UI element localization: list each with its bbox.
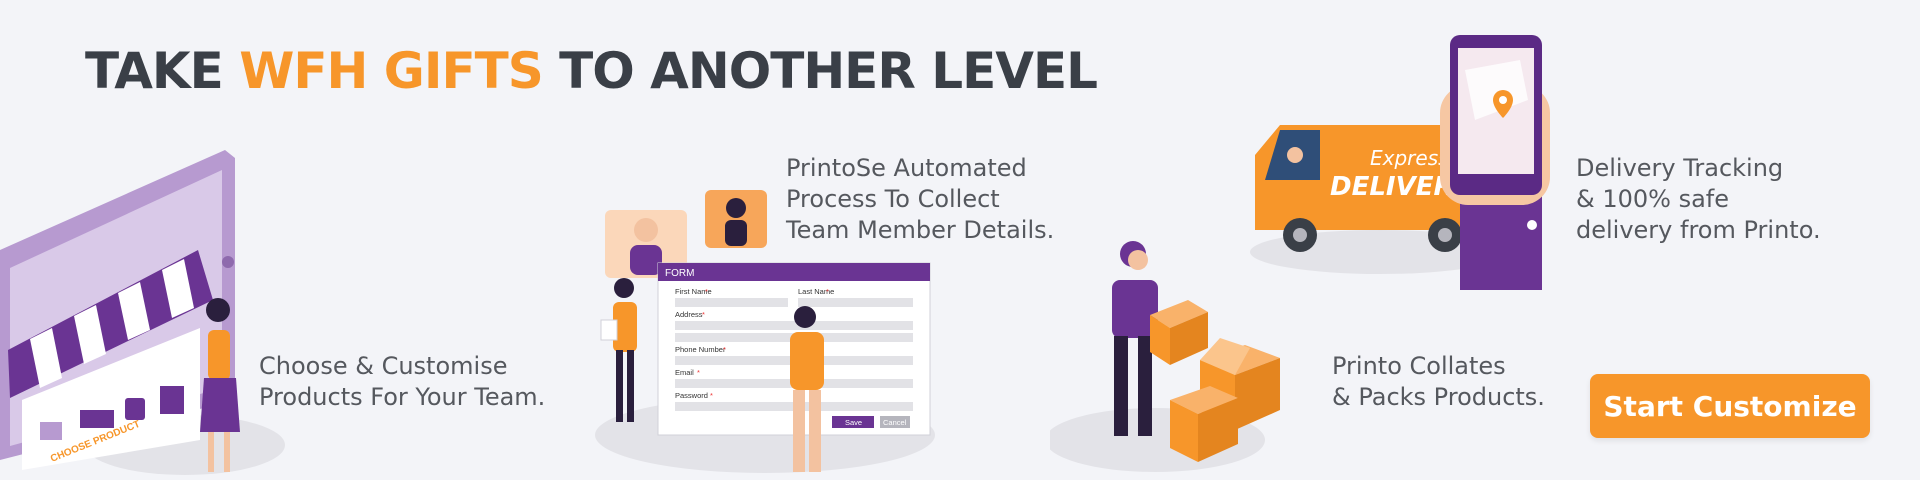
step-delivery-line2: & 100% safe [1576, 185, 1730, 213]
step-choose-line1: Choose & Customise [259, 352, 508, 380]
step-delivery-line1: Delivery Tracking [1576, 154, 1784, 182]
mug-icon [125, 398, 145, 420]
svg-text:*: * [826, 287, 829, 296]
step-process-line2: Process To Collect [786, 185, 1000, 213]
step-choose-line2: Products For Your Team. [259, 383, 546, 411]
svg-text:*: * [697, 368, 700, 377]
van-express-text: Express [1370, 146, 1449, 170]
svg-text:*: * [705, 287, 708, 296]
step-process-line3: Team Member Details. [786, 216, 1055, 244]
step-process-line1: PrintoSe Automated [786, 154, 1027, 182]
form-password-label: Password [675, 391, 708, 400]
form-email-label: Email [675, 368, 694, 377]
tshirt-icon [40, 422, 62, 440]
svg-text:*: * [710, 391, 713, 400]
delivery-illustration: Express DELIVERY [1250, 35, 1550, 290]
form-title: FORM [665, 268, 694, 279]
step-packs-line1: Printo Collates [1332, 352, 1506, 380]
headline-part1: TAKE [85, 42, 224, 100]
form-save-label: Save [845, 418, 862, 427]
storefront-illustration: CHOOSE PRODUCT [0, 150, 285, 475]
step-choose-caption: Choose & Customise Products For Your Tea… [259, 351, 545, 413]
form-cancel-label: Cancel [883, 418, 907, 427]
photo-frame-icon [160, 386, 184, 414]
business-card-icon [80, 410, 114, 428]
headline-part2: TO ANOTHER LEVEL [559, 42, 1098, 100]
start-customize-button[interactable]: Start Customize [1590, 374, 1870, 438]
step-packs-line2: & Packs Products. [1332, 383, 1545, 411]
step-process-caption: PrintoSe Automated Process To Collect Te… [786, 153, 1054, 246]
hero-banner: TAKE WFH GIFTS TO ANOTHER LEVEL CHOOSE P… [0, 0, 1920, 480]
form-phone-label: Phone Number [675, 345, 726, 354]
form-address-label: Address [675, 310, 703, 319]
svg-text:*: * [723, 345, 726, 354]
step-delivery-line3: delivery from Printo. [1576, 216, 1821, 244]
svg-text:*: * [702, 310, 705, 319]
step-delivery-caption: Delivery Tracking & 100% safe delivery f… [1576, 153, 1821, 246]
headline-accent: WFH GIFTS [239, 42, 543, 100]
step-packs-caption: Printo Collates & Packs Products. [1332, 351, 1545, 413]
headline: TAKE WFH GIFTS TO ANOTHER LEVEL [85, 42, 1098, 100]
